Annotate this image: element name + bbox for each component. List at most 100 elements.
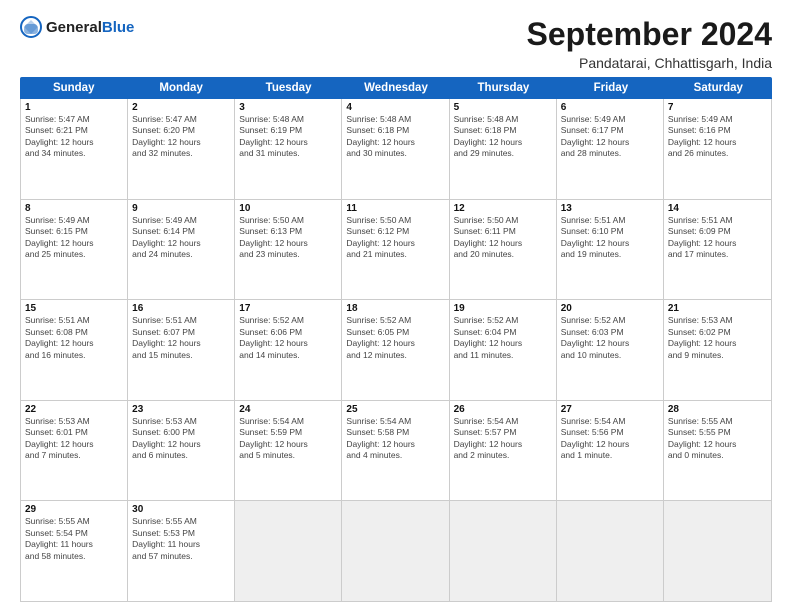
logo-icon (20, 16, 42, 38)
calendar-cell-22: 22Sunrise: 5:53 AM Sunset: 6:01 PM Dayli… (21, 401, 128, 501)
day-info: Sunrise: 5:55 AM Sunset: 5:54 PM Dayligh… (25, 516, 123, 562)
calendar-row-3: 15Sunrise: 5:51 AM Sunset: 6:08 PM Dayli… (21, 300, 771, 401)
calendar-row-1: 1Sunrise: 5:47 AM Sunset: 6:21 PM Daylig… (21, 99, 771, 200)
calendar-cell-empty-3 (342, 501, 449, 601)
calendar-cell-20: 20Sunrise: 5:52 AM Sunset: 6:03 PM Dayli… (557, 300, 664, 400)
calendar-cell-7: 7Sunrise: 5:49 AM Sunset: 6:16 PM Daylig… (664, 99, 771, 199)
calendar-cell-8: 8Sunrise: 5:49 AM Sunset: 6:15 PM Daylig… (21, 200, 128, 300)
page: GeneralBlue September 2024 Pandatarai, C… (0, 0, 792, 612)
day-info: Sunrise: 5:49 AM Sunset: 6:16 PM Dayligh… (668, 114, 767, 160)
calendar-header: SundayMondayTuesdayWednesdayThursdayFrid… (20, 77, 772, 99)
day-number: 10 (239, 203, 337, 214)
day-info: Sunrise: 5:53 AM Sunset: 6:01 PM Dayligh… (25, 416, 123, 462)
day-header-friday: Friday (557, 77, 664, 99)
calendar-cell-24: 24Sunrise: 5:54 AM Sunset: 5:59 PM Dayli… (235, 401, 342, 501)
calendar-cell-28: 28Sunrise: 5:55 AM Sunset: 5:55 PM Dayli… (664, 401, 771, 501)
calendar-cell-empty-5 (557, 501, 664, 601)
day-header-wednesday: Wednesday (342, 77, 449, 99)
day-info: Sunrise: 5:48 AM Sunset: 6:18 PM Dayligh… (454, 114, 552, 160)
calendar-row-2: 8Sunrise: 5:49 AM Sunset: 6:15 PM Daylig… (21, 200, 771, 301)
day-info: Sunrise: 5:52 AM Sunset: 6:06 PM Dayligh… (239, 315, 337, 361)
header: GeneralBlue September 2024 Pandatarai, C… (20, 16, 772, 71)
calendar-cell-25: 25Sunrise: 5:54 AM Sunset: 5:58 PM Dayli… (342, 401, 449, 501)
calendar: SundayMondayTuesdayWednesdayThursdayFrid… (20, 77, 772, 602)
day-info: Sunrise: 5:48 AM Sunset: 6:19 PM Dayligh… (239, 114, 337, 160)
calendar-cell-6: 6Sunrise: 5:49 AM Sunset: 6:17 PM Daylig… (557, 99, 664, 199)
day-number: 3 (239, 102, 337, 113)
day-number: 29 (25, 504, 123, 515)
calendar-cell-10: 10Sunrise: 5:50 AM Sunset: 6:13 PM Dayli… (235, 200, 342, 300)
calendar-cell-13: 13Sunrise: 5:51 AM Sunset: 6:10 PM Dayli… (557, 200, 664, 300)
calendar-row-4: 22Sunrise: 5:53 AM Sunset: 6:01 PM Dayli… (21, 401, 771, 502)
day-number: 12 (454, 203, 552, 214)
calendar-cell-29: 29Sunrise: 5:55 AM Sunset: 5:54 PM Dayli… (21, 501, 128, 601)
calendar-cell-18: 18Sunrise: 5:52 AM Sunset: 6:05 PM Dayli… (342, 300, 449, 400)
day-number: 19 (454, 303, 552, 314)
calendar-cell-15: 15Sunrise: 5:51 AM Sunset: 6:08 PM Dayli… (21, 300, 128, 400)
day-info: Sunrise: 5:50 AM Sunset: 6:12 PM Dayligh… (346, 215, 444, 261)
day-header-monday: Monday (127, 77, 234, 99)
calendar-cell-empty-2 (235, 501, 342, 601)
day-info: Sunrise: 5:55 AM Sunset: 5:55 PM Dayligh… (668, 416, 767, 462)
day-header-tuesday: Tuesday (235, 77, 342, 99)
day-number: 20 (561, 303, 659, 314)
day-info: Sunrise: 5:52 AM Sunset: 6:05 PM Dayligh… (346, 315, 444, 361)
day-info: Sunrise: 5:48 AM Sunset: 6:18 PM Dayligh… (346, 114, 444, 160)
day-number: 25 (346, 404, 444, 415)
day-info: Sunrise: 5:50 AM Sunset: 6:13 PM Dayligh… (239, 215, 337, 261)
logo: GeneralBlue (20, 16, 134, 38)
day-info: Sunrise: 5:54 AM Sunset: 5:58 PM Dayligh… (346, 416, 444, 462)
day-number: 26 (454, 404, 552, 415)
calendar-cell-empty-4 (450, 501, 557, 601)
day-info: Sunrise: 5:51 AM Sunset: 6:10 PM Dayligh… (561, 215, 659, 261)
day-number: 23 (132, 404, 230, 415)
day-info: Sunrise: 5:52 AM Sunset: 6:04 PM Dayligh… (454, 315, 552, 361)
day-number: 8 (25, 203, 123, 214)
day-info: Sunrise: 5:51 AM Sunset: 6:08 PM Dayligh… (25, 315, 123, 361)
day-info: Sunrise: 5:49 AM Sunset: 6:14 PM Dayligh… (132, 215, 230, 261)
day-number: 9 (132, 203, 230, 214)
subtitle: Pandatarai, Chhattisgarh, India (527, 55, 772, 71)
day-number: 2 (132, 102, 230, 113)
day-info: Sunrise: 5:47 AM Sunset: 6:21 PM Dayligh… (25, 114, 123, 160)
logo-blue: Blue (102, 19, 135, 36)
calendar-cell-27: 27Sunrise: 5:54 AM Sunset: 5:56 PM Dayli… (557, 401, 664, 501)
main-title: September 2024 (527, 16, 772, 53)
calendar-cell-21: 21Sunrise: 5:53 AM Sunset: 6:02 PM Dayli… (664, 300, 771, 400)
day-number: 1 (25, 102, 123, 113)
day-number: 27 (561, 404, 659, 415)
day-info: Sunrise: 5:54 AM Sunset: 5:56 PM Dayligh… (561, 416, 659, 462)
day-number: 17 (239, 303, 337, 314)
day-info: Sunrise: 5:52 AM Sunset: 6:03 PM Dayligh… (561, 315, 659, 361)
day-info: Sunrise: 5:51 AM Sunset: 6:09 PM Dayligh… (668, 215, 767, 261)
day-number: 11 (346, 203, 444, 214)
calendar-cell-4: 4Sunrise: 5:48 AM Sunset: 6:18 PM Daylig… (342, 99, 449, 199)
calendar-cell-23: 23Sunrise: 5:53 AM Sunset: 6:00 PM Dayli… (128, 401, 235, 501)
day-info: Sunrise: 5:53 AM Sunset: 6:00 PM Dayligh… (132, 416, 230, 462)
calendar-cell-12: 12Sunrise: 5:50 AM Sunset: 6:11 PM Dayli… (450, 200, 557, 300)
calendar-cell-19: 19Sunrise: 5:52 AM Sunset: 6:04 PM Dayli… (450, 300, 557, 400)
calendar-cell-17: 17Sunrise: 5:52 AM Sunset: 6:06 PM Dayli… (235, 300, 342, 400)
calendar-cell-3: 3Sunrise: 5:48 AM Sunset: 6:19 PM Daylig… (235, 99, 342, 199)
calendar-cell-11: 11Sunrise: 5:50 AM Sunset: 6:12 PM Dayli… (342, 200, 449, 300)
day-header-thursday: Thursday (450, 77, 557, 99)
calendar-cell-2: 2Sunrise: 5:47 AM Sunset: 6:20 PM Daylig… (128, 99, 235, 199)
calendar-cell-26: 26Sunrise: 5:54 AM Sunset: 5:57 PM Dayli… (450, 401, 557, 501)
day-info: Sunrise: 5:49 AM Sunset: 6:15 PM Dayligh… (25, 215, 123, 261)
title-block: September 2024 Pandatarai, Chhattisgarh,… (527, 16, 772, 71)
day-number: 22 (25, 404, 123, 415)
day-number: 16 (132, 303, 230, 314)
day-number: 21 (668, 303, 767, 314)
calendar-cell-9: 9Sunrise: 5:49 AM Sunset: 6:14 PM Daylig… (128, 200, 235, 300)
calendar-cell-14: 14Sunrise: 5:51 AM Sunset: 6:09 PM Dayli… (664, 200, 771, 300)
day-info: Sunrise: 5:51 AM Sunset: 6:07 PM Dayligh… (132, 315, 230, 361)
calendar-cell-1: 1Sunrise: 5:47 AM Sunset: 6:21 PM Daylig… (21, 99, 128, 199)
day-header-sunday: Sunday (20, 77, 127, 99)
day-info: Sunrise: 5:54 AM Sunset: 5:57 PM Dayligh… (454, 416, 552, 462)
calendar-cell-16: 16Sunrise: 5:51 AM Sunset: 6:07 PM Dayli… (128, 300, 235, 400)
day-info: Sunrise: 5:55 AM Sunset: 5:53 PM Dayligh… (132, 516, 230, 562)
day-number: 24 (239, 404, 337, 415)
logo-general: General (46, 19, 102, 36)
day-number: 30 (132, 504, 230, 515)
day-info: Sunrise: 5:47 AM Sunset: 6:20 PM Dayligh… (132, 114, 230, 160)
